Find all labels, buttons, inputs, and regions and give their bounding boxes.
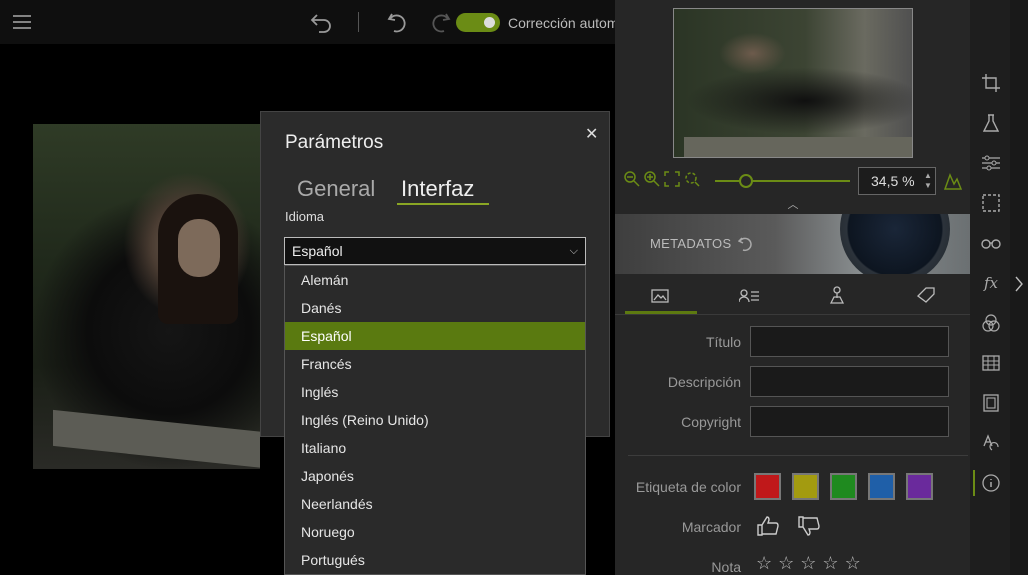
language-option[interactable]: Portugués bbox=[285, 546, 585, 574]
metadata-title: METADATOS bbox=[650, 236, 732, 251]
star-icon[interactable]: ☆ bbox=[845, 553, 867, 573]
language-option[interactable]: Francés bbox=[285, 350, 585, 378]
active-tab-underline bbox=[625, 311, 697, 314]
star-icon[interactable]: ☆ bbox=[778, 553, 800, 573]
tab-interfaz[interactable]: Interfaz bbox=[401, 176, 474, 202]
language-dropdown: Alemán Danés Español Francés Inglés Ingl… bbox=[284, 265, 586, 575]
frame-icon[interactable] bbox=[980, 392, 1002, 414]
color-swatch-green[interactable] bbox=[830, 473, 857, 500]
thumbs-down-icon[interactable] bbox=[797, 514, 821, 538]
reset-metadata-icon[interactable] bbox=[736, 234, 756, 254]
rating-stars[interactable]: ☆☆☆☆☆ bbox=[756, 553, 867, 574]
undo-icon[interactable] bbox=[382, 8, 412, 36]
panel-edge bbox=[1010, 0, 1028, 575]
language-option[interactable]: Japonés bbox=[285, 462, 585, 490]
top-toolbar: Corrección autom bbox=[0, 0, 619, 44]
language-option[interactable]: Inglés bbox=[285, 378, 585, 406]
language-option[interactable]: Alemán bbox=[285, 266, 585, 294]
toolbar-separator bbox=[358, 12, 359, 32]
color-swatch-blue[interactable] bbox=[868, 473, 895, 500]
active-tool-indicator bbox=[973, 470, 975, 496]
field-label-title: Título bbox=[705, 334, 741, 350]
zoom-slider-handle[interactable] bbox=[739, 174, 753, 188]
tab-contact-icon[interactable] bbox=[739, 287, 759, 305]
star-icon[interactable]: ☆ bbox=[756, 553, 778, 573]
app-window: Corrección autom 34,5 % ▲ ▼ ︿ METADATOS … bbox=[0, 0, 1028, 575]
field-label-description: Descripción bbox=[667, 374, 741, 390]
auto-correction-toggle[interactable] bbox=[456, 13, 500, 32]
tab-keywords-icon[interactable] bbox=[915, 285, 937, 305]
language-option[interactable]: Neerlandés bbox=[285, 490, 585, 518]
description-input[interactable] bbox=[750, 366, 949, 397]
zoom-out-icon[interactable] bbox=[623, 170, 641, 188]
grid-icon[interactable] bbox=[980, 352, 1002, 374]
collapse-chevron-icon[interactable]: ︿ bbox=[782, 197, 804, 211]
expand-chevron-icon[interactable] bbox=[1012, 272, 1026, 296]
color-swatch-red[interactable] bbox=[754, 473, 781, 500]
close-icon[interactable]: ✕ bbox=[585, 124, 598, 144]
zoom-in-icon[interactable] bbox=[643, 170, 661, 188]
adjustments-sliders-icon[interactable] bbox=[980, 152, 1002, 174]
star-icon[interactable]: ☆ bbox=[800, 553, 822, 573]
lab-flask-icon[interactable] bbox=[980, 112, 1002, 134]
compass-image bbox=[840, 214, 950, 274]
thumbnail-ledge bbox=[684, 137, 912, 157]
zoom-stepper-icon[interactable]: ▲ ▼ bbox=[922, 168, 934, 194]
zoom-slider-track[interactable] bbox=[715, 180, 850, 182]
language-option[interactable]: Inglés (Reino Unido) bbox=[285, 406, 585, 434]
language-select-value: Español bbox=[292, 243, 343, 259]
back-arrow-icon[interactable] bbox=[306, 8, 336, 36]
tab-general[interactable]: General bbox=[297, 176, 375, 202]
crop-icon[interactable] bbox=[980, 72, 1002, 94]
photo-subject-face bbox=[178, 219, 220, 277]
auto-correction-label: Corrección autom bbox=[508, 15, 619, 31]
language-option[interactable]: Italiano bbox=[285, 434, 585, 462]
copyright-input[interactable] bbox=[750, 406, 949, 437]
photo-ledge bbox=[53, 409, 260, 469]
hamburger-menu-icon[interactable] bbox=[10, 12, 34, 32]
tab-location-icon[interactable] bbox=[827, 285, 847, 305]
tool-sidebar: fx bbox=[970, 0, 1010, 575]
metadata-tabs bbox=[615, 277, 970, 315]
language-select[interactable]: Español ⌵ bbox=[284, 237, 586, 265]
section-divider bbox=[628, 455, 968, 456]
color-swatch-purple[interactable] bbox=[906, 473, 933, 500]
title-input[interactable] bbox=[750, 326, 949, 357]
fx-effects-icon[interactable]: fx bbox=[980, 272, 1002, 294]
language-label: Idioma bbox=[285, 209, 325, 224]
redo-icon[interactable] bbox=[426, 8, 456, 36]
active-tab-underline bbox=[397, 203, 489, 205]
chevron-down-icon: ⌵ bbox=[569, 245, 578, 257]
language-option[interactable]: Danés bbox=[285, 294, 585, 322]
histogram-icon[interactable] bbox=[942, 170, 964, 192]
color-swatch-yellow[interactable] bbox=[792, 473, 819, 500]
navigator-thumbnail[interactable] bbox=[673, 8, 913, 158]
dialog-title: Parámetros bbox=[285, 132, 384, 153]
language-option-selected[interactable]: Español bbox=[285, 322, 585, 350]
marker-label: Marcador bbox=[681, 519, 741, 535]
rating-label: Nota bbox=[711, 559, 741, 575]
main-photo bbox=[33, 124, 260, 469]
selection-icon[interactable] bbox=[980, 192, 1002, 214]
text-watermark-icon[interactable] bbox=[980, 432, 1002, 454]
color-label-title: Etiqueta de color bbox=[635, 479, 741, 495]
fit-to-screen-icon[interactable] bbox=[663, 170, 681, 188]
tab-image-info-icon[interactable] bbox=[650, 287, 670, 305]
language-option[interactable]: Noruego bbox=[285, 518, 585, 546]
star-icon[interactable]: ☆ bbox=[822, 553, 844, 573]
glasses-icon[interactable] bbox=[979, 233, 1003, 253]
info-icon[interactable] bbox=[980, 472, 1002, 494]
color-circles-icon[interactable] bbox=[980, 312, 1002, 334]
toggle-knob bbox=[484, 17, 495, 28]
zoom-fill-icon[interactable] bbox=[683, 170, 701, 188]
thumbs-up-icon[interactable] bbox=[756, 514, 780, 538]
field-label-copyright: Copyright bbox=[681, 414, 741, 430]
